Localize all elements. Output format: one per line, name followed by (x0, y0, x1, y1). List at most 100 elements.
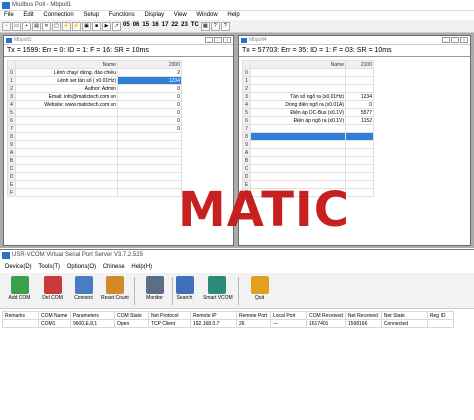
register-name-cell[interactable] (250, 68, 346, 77)
disconnect-icon[interactable]: ⚡ (72, 21, 81, 31)
register-row[interactable]: 3 Email: info@matictech.com.vn 0 (7, 92, 182, 101)
menu-functions[interactable]: Functions (109, 12, 135, 18)
register-name-cell[interactable] (15, 164, 118, 173)
menu-tools[interactable]: Tools(T) (38, 264, 60, 270)
fc-22-button[interactable]: 22 (170, 22, 179, 31)
register-name-cell[interactable] (250, 164, 346, 173)
window-icon[interactable]: ▢ (52, 21, 61, 31)
print-icon[interactable]: ▤ (32, 21, 41, 31)
about-icon[interactable]: ? (220, 21, 230, 31)
register-value-cell[interactable]: 0 (117, 124, 182, 133)
register-row[interactable]: 70 (7, 124, 182, 133)
del-com-button[interactable]: Del COM (39, 275, 66, 307)
smart-vcom-button[interactable]: Smart VCOM (203, 275, 233, 307)
register-name-cell[interactable] (250, 84, 346, 93)
fc-05-button[interactable]: 05 (122, 22, 131, 31)
register-value-cell[interactable] (345, 132, 374, 141)
register-value-cell[interactable] (345, 140, 374, 149)
register-row[interactable]: 4 Dòng điện ngõ ra (x0.01A) 0 (242, 100, 374, 109)
register-name-cell[interactable] (15, 132, 118, 141)
register-value-cell[interactable]: 0 (117, 100, 182, 109)
register-name-cell[interactable]: Lệnh set tần số ( x0.01Hz) (15, 76, 118, 85)
fc-06-button[interactable]: 06 (132, 22, 141, 31)
register-value-cell[interactable] (117, 180, 182, 189)
register-name-cell[interactable] (15, 172, 118, 181)
register-value-cell[interactable] (117, 172, 182, 181)
new-icon[interactable]: ▫ (2, 21, 11, 31)
help-icon[interactable]: ? (210, 21, 220, 31)
register-name-cell[interactable]: Email: info@matictech.com.vn (15, 92, 118, 101)
fc-17-button[interactable]: 17 (161, 22, 170, 31)
register-row[interactable]: 2 Author: Admin 0 (7, 84, 182, 93)
register-value-cell[interactable] (117, 140, 182, 149)
register-row[interactable]: 6 Điện áp ngõ ra (x0.1V) 1152 (242, 116, 374, 125)
column-header[interactable]: COM Received (306, 311, 346, 320)
register-value-cell[interactable]: 5577 (345, 108, 374, 117)
menu-options[interactable]: Options(O) (67, 264, 96, 270)
register-value-cell[interactable] (345, 156, 374, 165)
register-name-cell[interactable] (15, 140, 118, 149)
register-row[interactable]: 3 Tần số ngõ ra (x0.01Hz) 1234 (242, 92, 374, 101)
column-header[interactable]: Parameters (70, 311, 115, 320)
close-icon[interactable]: x (223, 37, 231, 43)
minimize-icon[interactable]: _ (205, 37, 213, 43)
register-value-cell[interactable]: 0 (117, 84, 182, 93)
connect-button[interactable]: Connect (70, 275, 97, 307)
search-button[interactable]: Search (171, 275, 198, 307)
connect-icon[interactable]: ⚡ (62, 21, 71, 31)
register-name-cell[interactable] (250, 172, 346, 181)
fc-23-button[interactable]: 23 (180, 22, 189, 31)
register-row[interactable]: D (7, 172, 182, 181)
register-value-cell[interactable] (345, 68, 374, 77)
register-row[interactable]: A (7, 148, 182, 157)
register-value-cell[interactable]: 1234 (345, 92, 374, 101)
register-name-cell[interactable]: Điện áp ngõ ra (x0.1V) (250, 116, 346, 125)
register-row[interactable]: D (242, 172, 374, 181)
register-value-cell[interactable] (345, 84, 374, 93)
register-value-cell[interactable] (345, 124, 374, 133)
register-value-cell[interactable] (117, 148, 182, 157)
table-row[interactable]: COM1 9600,E,8,1 Open TCP Client 192.168.… (2, 319, 454, 328)
mbpoll4-title-bar[interactable]: Mbpoll4 _ □ x (239, 36, 470, 45)
register-row[interactable]: 5 Điện áp DC-Bus (x0.1V) 5577 (242, 108, 374, 117)
register-name-cell[interactable] (250, 140, 346, 149)
register-name-cell[interactable] (15, 108, 118, 117)
menu-display[interactable]: Display (144, 12, 164, 18)
column-header[interactable]: Remarks (2, 311, 39, 320)
register-row[interactable]: A (242, 148, 374, 157)
register-row[interactable]: E (7, 180, 182, 189)
register-row[interactable]: 8 (7, 132, 182, 141)
register-name-cell[interactable]: Lệnh chạy/ dừng, đảo chiều (15, 68, 118, 77)
column-header[interactable]: Local Port (270, 311, 307, 320)
column-header[interactable]: Net Protocol (148, 311, 191, 320)
grid-icon[interactable]: ▦ (200, 21, 210, 31)
register-row[interactable]: 4 Website: www.matictech.com.vn 0 (7, 100, 182, 109)
menu-chinese[interactable]: Chinese (103, 264, 125, 270)
register-value-cell[interactable] (345, 148, 374, 157)
monitor-button[interactable]: Monitor (141, 275, 168, 307)
register-name-cell[interactable]: Điện áp DC-Bus (x0.1V) (250, 108, 346, 117)
register-name-cell[interactable]: Author: Admin (15, 84, 118, 93)
register-name-cell[interactable] (250, 132, 346, 141)
menu-help[interactable]: Help (227, 12, 239, 18)
register-value-cell[interactable] (117, 156, 182, 165)
register-value-cell[interactable]: 0 (345, 100, 374, 109)
menu-edit[interactable]: Edit (23, 12, 33, 18)
register-value-cell[interactable] (117, 164, 182, 173)
register-name-cell[interactable] (250, 124, 346, 133)
register-value-cell[interactable]: 1234 (117, 76, 182, 85)
tc-button[interactable]: TC (190, 22, 200, 31)
register-name-cell[interactable]: Dòng điện ngõ ra (x0.01A) (250, 100, 346, 109)
close-icon[interactable]: x (460, 37, 468, 43)
register-value-cell[interactable] (345, 172, 374, 181)
register-value-cell[interactable]: 2 (117, 68, 182, 77)
register-row[interactable]: C (242, 164, 374, 173)
register-name-cell[interactable]: Website: www.matictech.com.vn (15, 100, 118, 109)
register-row[interactable]: B (242, 156, 374, 165)
delete-icon[interactable]: ✕ (42, 21, 51, 31)
mbpoll1-title-bar[interactable]: Mbpoll1 _ □ x (4, 36, 233, 45)
register-row[interactable]: 2 (242, 84, 374, 93)
column-header[interactable]: Remote IP (190, 311, 237, 320)
register-name-cell[interactable] (250, 148, 346, 157)
open-icon[interactable]: ▭ (12, 21, 21, 31)
